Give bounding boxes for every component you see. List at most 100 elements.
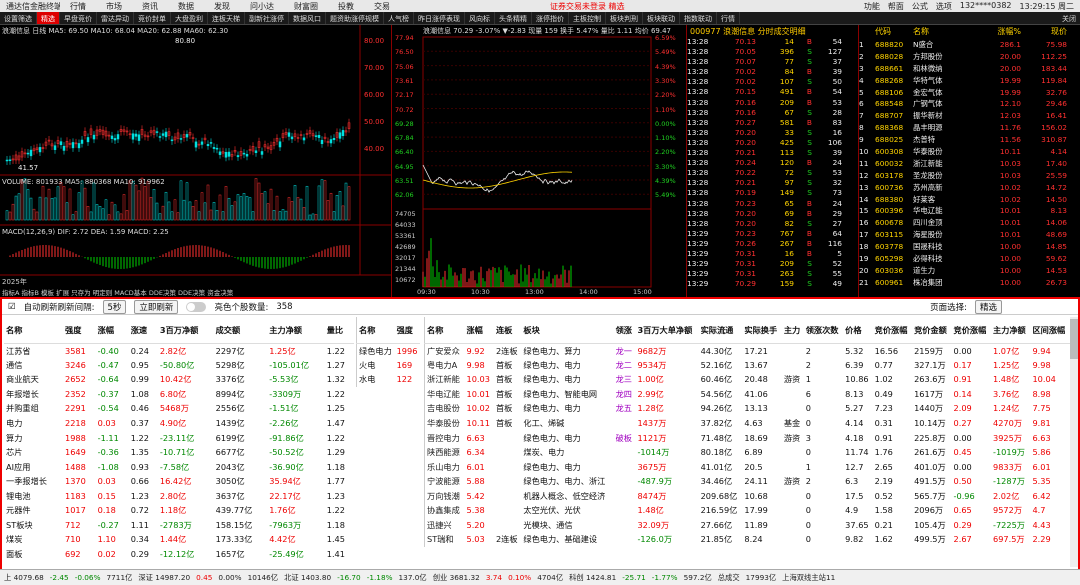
table-row[interactable]: 通信 3246 -0.47 0.95 -50.80亿 5298亿 -105.01亿 1.27 [4,358,354,373]
rank-row[interactable]: 20 603036 道生力 10.00 14.53 [859,265,1080,277]
table-row[interactable]: 煤炭 710 1.10 0.34 1.44亿 173.33亿 4.42亿 1.45 [4,532,354,547]
column-header[interactable]: 实际换手 [742,317,782,344]
table-row[interactable]: 浙江新能 10.03 首板 绿色电力、电力 龙三 1.00亿 60.46亿 20.48 游资 1 1… [425,372,1071,387]
rank-row[interactable]: 1 688820 N盛合 286.1 75.98 [859,39,1080,51]
rank-row[interactable]: 19 605298 必得科技 10.00 59.62 [859,253,1080,265]
column-header[interactable]: 主力净额 [267,317,325,344]
column-header[interactable]: 连板 [493,317,522,344]
tab-8[interactable]: 数据风口 [289,12,326,24]
rank-row[interactable]: 11 600032 浙江新能 10.03 17.40 [859,158,1080,170]
table-row[interactable]: 年报增长 2352 -0.37 1.08 6.80亿 8994亿 -3309万 1.22 [4,387,354,402]
tab-3[interactable]: 雷达异动 [97,12,134,24]
rank-row[interactable]: 9 688025 杰普特 11.56 310.87 [859,134,1080,146]
rank-row[interactable]: 18 603778 国晟科技 10.00 14.85 [859,241,1080,253]
tab-9[interactable]: 题资助涨停规模 [326,12,384,24]
column-header[interactable]: 涨速 [128,317,158,344]
menu-item-quote[interactable]: 行情 [60,1,96,12]
menu-item-ask[interactable]: 问小达 [240,1,284,12]
table-row[interactable]: ST瑞和 5.03 2连板 绿色电力、基础建设 -126.0万 21.85亿 8.24 0 9.… [425,532,1071,547]
column-header[interactable]: 区间涨幅 [1030,317,1070,344]
table-row[interactable]: 元器件 1017 0.18 0.72 1.18亿 439.77亿 1.76亿 1.22 [4,503,354,518]
rank-row[interactable]: 12 603178 圣龙股份 10.03 25.59 [859,170,1080,182]
tab-7[interactable]: 副新社涨停 [245,12,289,24]
tab-13[interactable]: 头条精精 [495,12,532,24]
table-row[interactable]: 迅捷兴 5.20 光模块、通信 32.09万 27.66亿 11.89 0 37.65 0.21… [425,518,1071,533]
intraday-panel[interactable]: 浪潮信息 70.29 -3.07% ▼-2.83 现量 159 换手 5.47%… [393,25,685,297]
tab-0[interactable]: 设置筛选 [0,12,37,24]
column-header[interactable]: 竞价金额 [912,317,952,344]
rank-row[interactable]: 8 688368 晶丰明源 11.76 156.02 [859,122,1080,134]
tab-14[interactable]: 涨停指价 [532,12,569,24]
rank-row[interactable]: 4 688268 华特气体 19.99 119.84 [859,75,1080,87]
menu-function[interactable]: 功能 [864,1,880,12]
table-row[interactable]: 乐山电力 6.01 绿色电力、电力 3675万 41.01亿 20.5 1 12.7 2.65 4… [425,459,1071,474]
menu-item-news[interactable]: 资讯 [132,1,168,12]
menu-item-edu[interactable]: 投教 [328,1,364,12]
tab-18[interactable]: 指数联动 [680,12,717,24]
tab-5[interactable]: 大盘盈利 [171,12,208,24]
column-header[interactable]: 名称 [4,317,64,344]
menu-item-trade[interactable]: 交易 [364,1,400,12]
rank-header-cell[interactable]: 涨幅% [975,25,1021,39]
column-header[interactable]: 量比 [324,317,354,344]
column-header[interactable]: 板块 [521,317,614,344]
table-row[interactable]: 芯片 1649 -0.36 1.35 -10.71亿 6677亿 -50.52亿 1.29 [4,445,354,460]
rank-row[interactable]: 5 688106 金宏气体 19.99 32.76 [859,87,1080,99]
table-row[interactable]: 算力 1988 -1.11 1.22 -23.11亿 6199亿 -91.86亿 1.22 [4,430,354,445]
tab-10[interactable]: 人气榜 [384,12,414,24]
rank-header-cell[interactable]: 代码 [875,25,913,39]
page-select[interactable]: 精选 [974,299,1002,314]
kline-panel[interactable]: 浪潮信息 日线 MA5: 69.50 MA10: 68.04 MA20: 62.… [0,25,392,297]
tab-4[interactable]: 竞价封单 [134,12,171,24]
column-header[interactable]: 强度 [394,317,420,344]
column-header[interactable]: 3百万净额 [157,317,214,344]
tab-17[interactable]: 板块联动 [643,12,680,24]
tab-15[interactable]: 主板控制 [569,12,606,24]
table-row[interactable]: 万向钱潮 5.42 机器人概念、低空经济 8474万 209.68亿 10.68 0 17.5… [425,488,1071,503]
table-row[interactable]: 一季报增长 1370 0.03 0.66 16.42亿 3050亿 35.94亿 1.77 [4,474,354,489]
menu-options[interactable]: 选项 [936,1,952,12]
rank-header-cell[interactable]: 现价 [1021,25,1067,39]
user-account[interactable]: 132****0382 [960,1,1012,12]
table-row[interactable]: 宁波能源 5.88 绿色电力、电力、浙江 -487.9万 34.46亿 24.11 游资 2 6… [425,474,1071,489]
refresh-button[interactable]: 立即刷新 [134,299,179,314]
column-header[interactable]: 价格 [843,317,873,344]
rank-header-cell[interactable] [859,25,875,39]
column-header[interactable]: 强度 [63,317,96,344]
menu-item-wealth[interactable]: 财富圈 [284,1,328,12]
table-row[interactable]: 华泰股份 10.11 首板 化工、烯碱 1437万 37.82亿 4.63 基金 0 4.14 0.… [425,416,1071,431]
table-row[interactable]: AI应用 1488 -1.08 0.93 -7.58亿 2043亿 -36.90亿 1.18 [4,459,354,474]
rank-row[interactable]: 14 688380 好莱客 10.02 14.50 [859,194,1080,206]
table-row[interactable]: 晋控电力 6.63 绿色电力、电力 破板 1121万 71.48亿 18.69 游资 3 4.18… [425,430,1071,445]
rank-row[interactable]: 13 600736 苏州高新 10.02 14.72 [859,182,1080,194]
table-row[interactable]: 并购重组 2291 -0.54 0.46 5468万 2556亿 -1.51亿 1.25 [4,401,354,416]
rank-panel[interactable]: 代码 名称 涨幅% 现价 1 688820 N盛合 286.1 75.98 2 688028 方邦股… [858,25,1080,297]
menu-item-data[interactable]: 数据 [168,1,204,12]
tab-19[interactable]: 行情 [717,12,740,24]
table-row[interactable]: 绿色电力 1996 [357,343,421,358]
menu-layout[interactable]: 帮面 [888,1,904,12]
scrollbar[interactable] [1070,317,1078,567]
table-row[interactable]: 面板 692 0.02 0.29 -12.12亿 1657亿 -25.49亿 1.41 [4,547,354,562]
tab-16[interactable]: 板块判刑 [606,12,643,24]
menu-formula[interactable]: 公式 [912,1,928,12]
tab-11[interactable]: 昨日涨停表现 [414,12,465,24]
tab-2[interactable]: 早盘竞价 [60,12,97,24]
column-header[interactable]: 竞价涨幅 [872,317,913,344]
tab-6[interactable]: 连板天梯 [208,12,245,24]
interval-select[interactable]: 5秒 [102,299,127,314]
bright-toggle[interactable] [186,301,207,312]
column-header[interactable]: 涨幅 [95,317,129,344]
table-row[interactable]: 陕西能源 6.34 煤炭、电力 -1014万 80.18亿 6.89 0 11.74 1.76 2… [425,445,1071,460]
table-row[interactable]: 粤电力A 9.98 首板 绿色电力、电力 龙二 9534万 52.16亿 13.67 2 6.39… [425,358,1071,373]
table-row[interactable]: 火电 169 [357,358,421,373]
table-row[interactable]: 水电 122 [357,372,421,387]
table-row[interactable]: 广安爱众 9.92 2连板 绿色电力、算力 龙一 9682万 44.30亿 17.21 2 5.3… [425,343,1071,358]
rank-row[interactable]: 10 600308 华泰股份 10.11 4.14 [859,146,1080,158]
column-header[interactable]: 成交额 [213,317,268,344]
rank-row[interactable]: 3 688661 和林微纳 20.00 183.44 [859,63,1080,75]
menu-item-discover[interactable]: 发现 [204,1,240,12]
menu-item-market[interactable]: 市场 [96,1,132,12]
column-header[interactable]: 3百万大单净额 [635,317,699,344]
column-header[interactable]: 领涨次数 [803,317,844,344]
